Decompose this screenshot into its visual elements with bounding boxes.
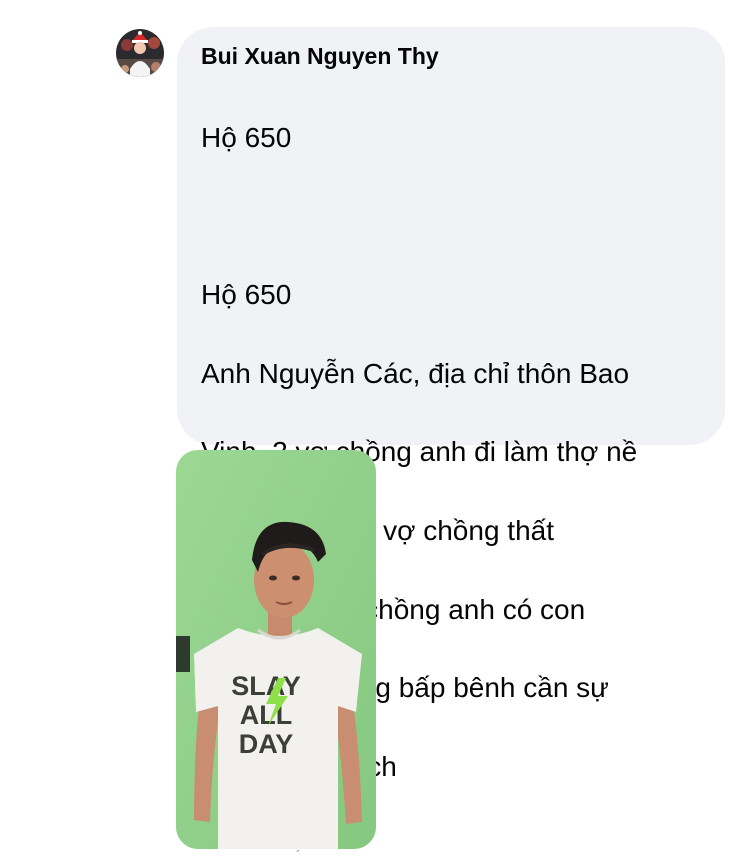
cropped-text-fragment: ´ [296,847,301,859]
comment-line: Hộ 650 [201,279,292,311]
comment-line: Hộ 650 [201,122,292,154]
attached-photo: SLAY ALL DAY [176,450,376,849]
shirt-print-line: SLAY [231,671,301,701]
shirt-print-line: ALL [240,700,292,730]
comment-author-name[interactable]: Bui Xuan Nguyen Thy [201,41,701,71]
comment-bubble: Bui Xuan Nguyen Thy Hộ 650 Hộ 650 Anh Ng… [177,27,725,782]
comment-thread: Bui Xuan Nguyen Thy Hộ 650 Hộ 650 Anh Ng… [0,0,750,859]
author-avatar[interactable] [116,29,164,77]
comment-line [201,197,711,236]
comment-photo-attachment[interactable]: SLAY ALL DAY [176,450,376,849]
avatar-image [116,29,164,77]
comment-line: Anh Nguyễn Các, địa chỉ thôn Bao [201,357,630,389]
shirt-print-line: DAY [239,729,294,759]
